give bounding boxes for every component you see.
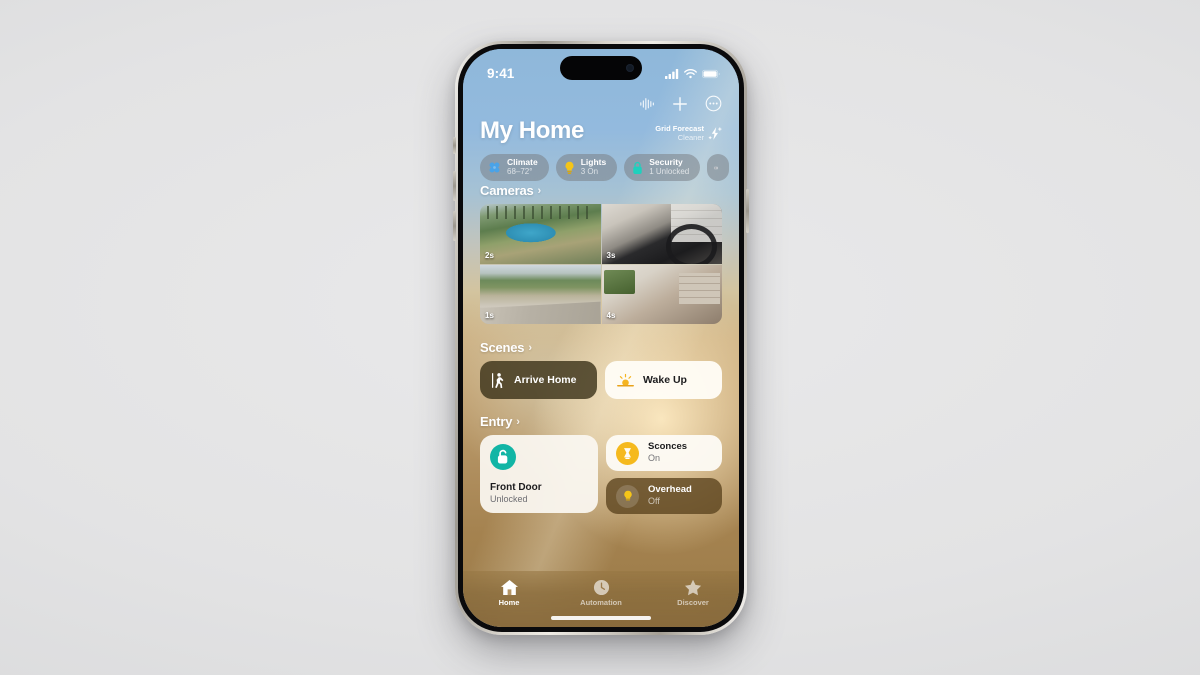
status-bar: 9:41: [463, 49, 739, 89]
pill-security-subtitle: 1 Unlocked: [649, 166, 690, 176]
overhead-text: Overhead Off: [648, 484, 692, 507]
lightbulb-icon: [616, 484, 639, 508]
section-entry: Entry › Front Door Unlocked Sconces On O…: [480, 414, 722, 514]
pill-security-text: Security 1 Unlocked: [649, 158, 689, 176]
entry-accessory-column: Sconces On Overhead Off: [606, 435, 722, 514]
status-bar-indicators: [665, 68, 720, 79]
grid-forecast-widget[interactable]: Grid Forecast Cleaner: [655, 124, 723, 145]
clean-energy-bolt-icon: [708, 127, 722, 141]
clock-icon: [593, 579, 609, 596]
scenes-title: Scenes: [480, 340, 525, 355]
tab-automation-label: Automation: [580, 598, 622, 607]
mute-switch[interactable]: [453, 137, 456, 154]
scene-tiles: Arrive Home Wake Up: [480, 361, 722, 399]
scene-wake-up[interactable]: Wake Up: [605, 361, 722, 399]
house-icon: [500, 579, 518, 596]
volume-down-button[interactable]: [453, 211, 456, 241]
accessory-sconces[interactable]: Sconces On: [606, 435, 722, 471]
cameras-title: Cameras: [480, 183, 534, 198]
scene-wake-up-label: Wake Up: [643, 374, 687, 386]
pill-climate-text: Climate 68–72°: [507, 158, 538, 176]
scene-arrive-home-label: Arrive Home: [514, 374, 577, 386]
home-header: My Home Grid Forecast Cleaner: [463, 113, 739, 145]
battery-icon: [702, 69, 720, 78]
home-scroll-content[interactable]: Cameras › 2s 3s 1s 4s Scenes › Arrive Ho…: [463, 183, 739, 627]
chevron-right-icon: ›: [528, 341, 532, 354]
camera-living-room-timestamp: 4s: [606, 311, 616, 320]
top-action-bar: [463, 89, 739, 113]
front-door-title: Front Door: [490, 482, 542, 494]
accessory-overhead[interactable]: Overhead Off: [606, 478, 722, 514]
sconces-title: Sconces: [648, 441, 688, 453]
accessory-front-door[interactable]: Front Door Unlocked: [480, 435, 598, 513]
plus-icon[interactable]: [672, 96, 688, 112]
sconces-subtitle: On: [648, 453, 661, 464]
front-door-text: Front Door Unlocked: [490, 482, 588, 504]
dynamic-island: [560, 56, 642, 80]
section-scenes: Scenes › Arrive Home Wake Up: [480, 340, 722, 399]
camera-gym[interactable]: 3s: [601, 204, 722, 264]
sunrise-icon: [617, 373, 634, 386]
power-button[interactable]: [746, 189, 749, 233]
home-app: 9:41 My Home Grid Forecast Cleaner Clima…: [463, 49, 739, 627]
cellular-signal-icon: [665, 68, 679, 79]
iphone-device: 9:41 My Home Grid Forecast Cleaner Clima…: [453, 41, 749, 635]
pill-security[interactable]: Security 1 Unlocked: [624, 154, 701, 181]
camera-pool[interactable]: 2s: [480, 204, 601, 264]
home-indicator[interactable]: [551, 616, 651, 620]
camera-gym-timestamp: 3s: [606, 250, 616, 260]
tab-automation[interactable]: Automation: [566, 579, 636, 607]
tab-home[interactable]: Home: [474, 579, 544, 607]
waveform-icon[interactable]: [640, 97, 655, 111]
walking-person-icon: [492, 372, 504, 388]
lock-icon: [633, 161, 642, 174]
sconce-lamp-icon: [616, 441, 639, 465]
front-door-subtitle: Unlocked: [490, 493, 528, 504]
sconces-text: Sconces On: [648, 441, 688, 464]
unlocked-padlock-icon: [490, 444, 516, 470]
cameras-header[interactable]: Cameras ›: [480, 183, 722, 198]
chevron-right-icon: ›: [516, 415, 520, 428]
camera-living-room[interactable]: 4s: [601, 264, 722, 324]
tab-home-label: Home: [498, 598, 520, 607]
entry-accessory-grid: Front Door Unlocked Sconces On Overhead …: [480, 435, 722, 514]
pill-speakers[interactable]: [707, 154, 730, 181]
pill-climate-subtitle: 68–72°: [507, 166, 533, 176]
pill-lights-text: Lights 3 On: [581, 158, 607, 176]
page-title: My Home: [480, 117, 584, 144]
grid-forecast-subtitle: Cleaner: [677, 132, 704, 142]
scene-arrive-home[interactable]: Arrive Home: [480, 361, 597, 399]
overhead-title: Overhead: [648, 484, 692, 496]
entry-header[interactable]: Entry ›: [480, 414, 722, 429]
climate-fan-icon: [489, 162, 500, 173]
camera-driveway-timestamp: 1s: [485, 311, 494, 320]
camera-pool-timestamp: 2s: [485, 250, 494, 260]
pill-climate[interactable]: Climate 68–72°: [480, 154, 549, 181]
camera-grid: 2s 3s 1s 4s: [480, 204, 722, 324]
tab-discover[interactable]: Discover: [658, 579, 728, 607]
star-icon: [685, 579, 702, 596]
grid-forecast-text: Grid Forecast Cleaner: [655, 124, 704, 142]
category-pill-row[interactable]: Climate 68–72° Lights 3 On Security 1 Un…: [463, 145, 739, 183]
camera-driveway[interactable]: 1s: [480, 264, 601, 324]
overhead-subtitle: Off: [648, 496, 660, 507]
tab-discover-label: Discover: [677, 598, 709, 607]
scenes-header[interactable]: Scenes ›: [480, 340, 722, 355]
entry-title: Entry: [480, 414, 513, 429]
section-cameras: Cameras › 2s 3s 1s 4s: [480, 183, 722, 324]
lightbulb-icon: [565, 161, 574, 174]
pill-lights[interactable]: Lights 3 On: [555, 154, 618, 181]
volume-up-button[interactable]: [453, 171, 456, 201]
status-bar-time: 9:41: [487, 66, 515, 81]
wifi-icon: [684, 68, 697, 78]
speaker-icon: [714, 166, 718, 169]
ellipsis-circle-icon[interactable]: [705, 95, 722, 112]
chevron-right-icon: ›: [537, 184, 542, 197]
pill-lights-subtitle: 3 On: [580, 166, 599, 176]
device-screen: 9:41 My Home Grid Forecast Cleaner Clima…: [463, 49, 739, 627]
